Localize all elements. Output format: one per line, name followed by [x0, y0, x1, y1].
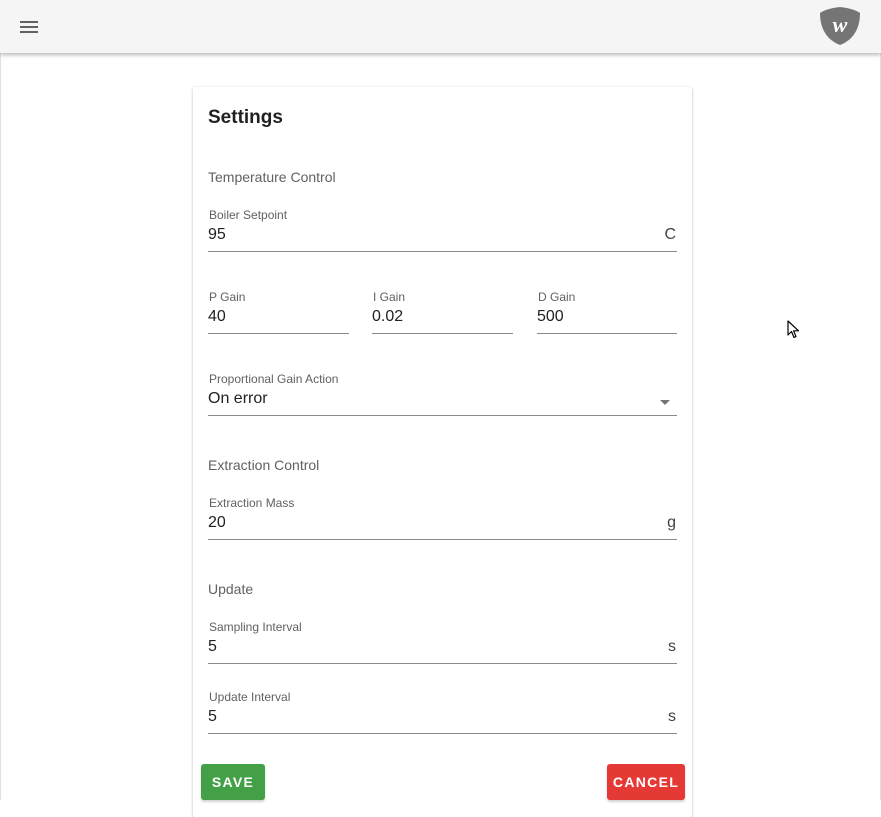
- i-gain-value[interactable]: 0.02: [372, 308, 403, 326]
- section-update: Update: [208, 581, 254, 597]
- proportional-gain-action-value[interactable]: On error: [208, 390, 268, 408]
- top-app-bar: w: [0, 0, 881, 53]
- update-interval-underline: [208, 733, 677, 734]
- d-gain-underline: [537, 333, 677, 334]
- proportional-gain-action-underline: [208, 415, 677, 416]
- settings-card: Settings Temperature Control Boiler Setp…: [193, 87, 692, 817]
- i-gain-label: I Gain: [373, 290, 406, 304]
- boiler-setpoint-unit: C: [664, 226, 676, 243]
- menu-icon[interactable]: [15, 13, 43, 41]
- page-title: Settings: [208, 107, 283, 128]
- section-extraction-control: Extraction Control: [208, 457, 320, 473]
- p-gain-underline: [208, 333, 349, 334]
- boiler-setpoint-value[interactable]: 95: [208, 226, 226, 244]
- sampling-interval-value[interactable]: 5: [208, 638, 217, 656]
- i-gain-underline: [372, 333, 513, 334]
- sampling-interval-label: Sampling Interval: [209, 620, 302, 634]
- shield-logo-icon: w: [820, 7, 860, 45]
- dropdown-arrow-icon[interactable]: [660, 400, 670, 405]
- sampling-interval-underline: [208, 663, 677, 664]
- sampling-interval-unit: s: [668, 638, 676, 655]
- boiler-setpoint-label: Boiler Setpoint: [209, 208, 288, 222]
- section-temperature-control: Temperature Control: [208, 169, 336, 185]
- d-gain-label: D Gain: [538, 290, 576, 304]
- logo-text: w: [833, 12, 848, 37]
- update-interval-unit: s: [668, 708, 676, 725]
- update-interval-value[interactable]: 5: [208, 708, 217, 726]
- cancel-button[interactable]: CANCEL: [607, 764, 685, 800]
- extraction-mass-value[interactable]: 20: [208, 514, 226, 532]
- extraction-mass-underline: [208, 539, 677, 540]
- extraction-mass-label: Extraction Mass: [209, 496, 295, 510]
- mouse-pointer-icon: [787, 320, 800, 339]
- extraction-mass-unit: g: [667, 514, 676, 531]
- boiler-setpoint-underline: [208, 251, 677, 252]
- update-interval-label: Update Interval: [209, 690, 291, 704]
- p-gain-value[interactable]: 40: [208, 308, 226, 326]
- proportional-gain-action-label: Proportional Gain Action: [209, 372, 339, 386]
- d-gain-value[interactable]: 500: [537, 308, 564, 326]
- p-gain-label: P Gain: [209, 290, 246, 304]
- save-button[interactable]: SAVE: [201, 764, 265, 800]
